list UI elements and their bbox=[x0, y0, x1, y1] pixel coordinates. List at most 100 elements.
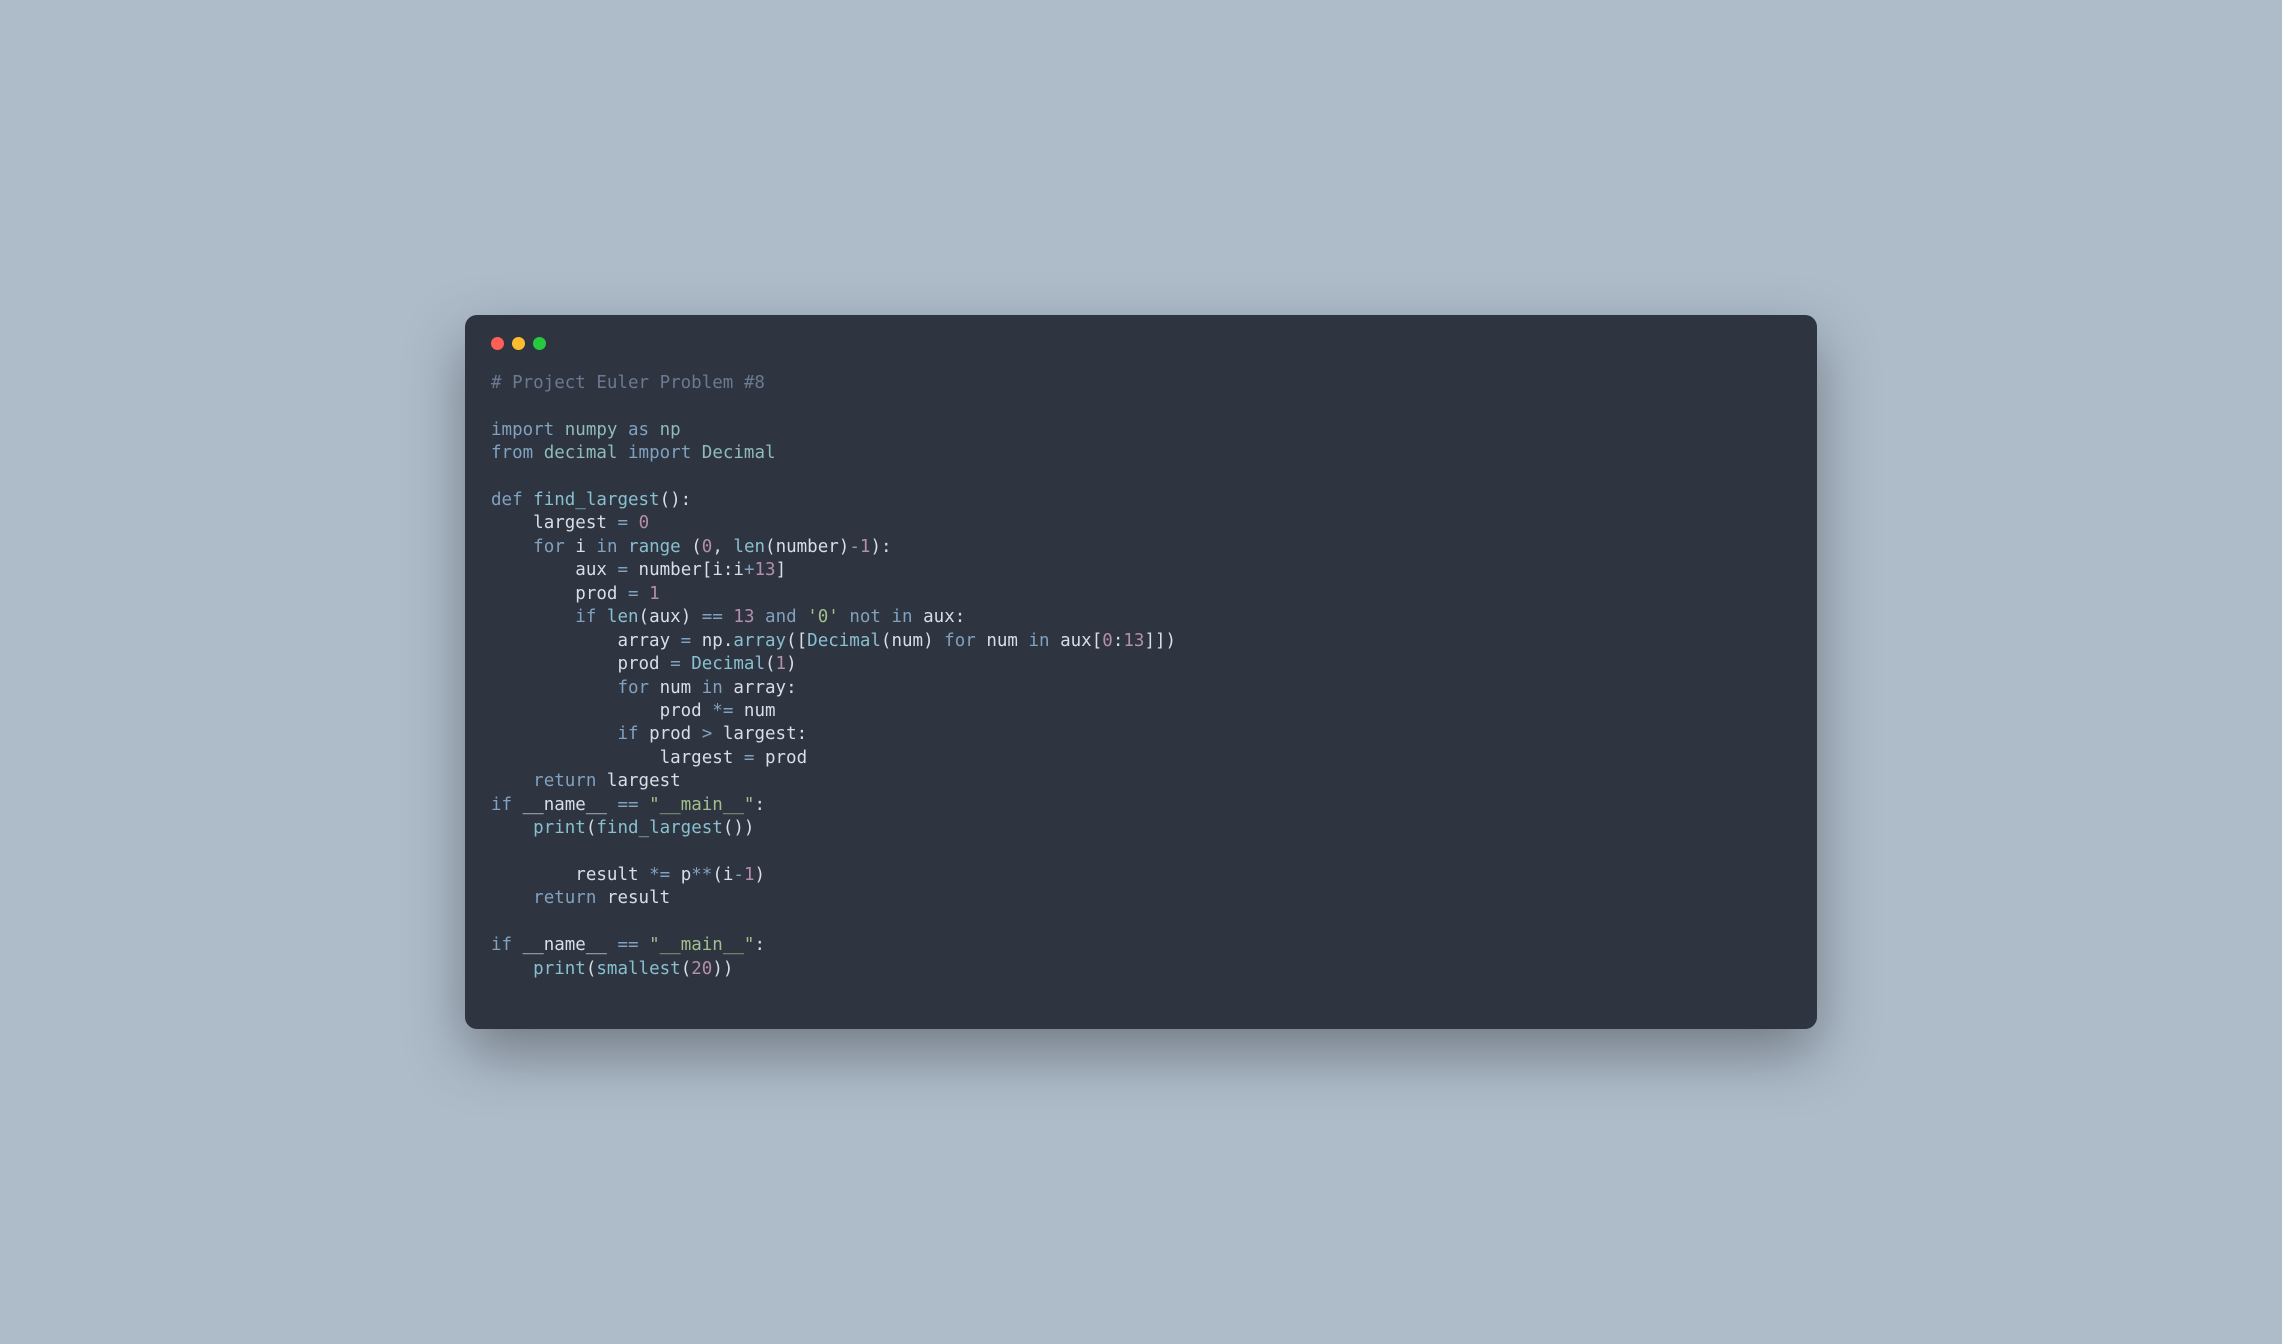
punct: : bbox=[955, 607, 966, 627]
num-one: 1 bbox=[744, 865, 755, 885]
op-starEq: *= bbox=[712, 701, 733, 721]
op-assign: = bbox=[617, 560, 628, 580]
op-eqeq: == bbox=[702, 607, 723, 627]
kw-import: import bbox=[628, 443, 691, 463]
str-main: "__main__" bbox=[649, 795, 754, 815]
kw-in: in bbox=[596, 537, 617, 557]
num-zero: 0 bbox=[1102, 631, 1113, 651]
punct: ) bbox=[839, 537, 850, 557]
var-largest: largest bbox=[533, 513, 607, 533]
var-i: i bbox=[575, 537, 586, 557]
num-zero: 0 bbox=[702, 537, 713, 557]
fn-print: print bbox=[533, 959, 586, 979]
var-aux: aux bbox=[649, 607, 681, 627]
var-p: p bbox=[681, 865, 692, 885]
kw-for: for bbox=[617, 678, 649, 698]
var-i: i bbox=[723, 865, 734, 885]
str-main: "__main__" bbox=[649, 935, 754, 955]
num-zero: 0 bbox=[639, 513, 650, 533]
minimize-icon[interactable] bbox=[512, 337, 525, 350]
fn-print: print bbox=[533, 818, 586, 838]
var-aux: aux bbox=[923, 607, 955, 627]
kw-for: for bbox=[944, 631, 976, 651]
punct: (): bbox=[660, 490, 692, 510]
alias-np: np bbox=[660, 420, 681, 440]
punct: [ bbox=[702, 560, 713, 580]
op-assign: = bbox=[744, 748, 755, 768]
punct: ()) bbox=[723, 818, 755, 838]
op-plus: + bbox=[744, 560, 755, 580]
kw-in: in bbox=[702, 678, 723, 698]
punct: )) bbox=[712, 959, 733, 979]
var-prod: prod bbox=[649, 724, 691, 744]
code-comment: # Project Euler Problem #8 bbox=[491, 373, 765, 393]
fn-find-largest: find_largest bbox=[533, 490, 659, 510]
kw-if: if bbox=[491, 935, 512, 955]
num-thirteen: 13 bbox=[1123, 631, 1144, 651]
punct: ( bbox=[681, 959, 692, 979]
op-minus: - bbox=[733, 865, 744, 885]
punct: ) bbox=[923, 631, 934, 651]
punct: ) bbox=[786, 654, 797, 674]
kw-from: from bbox=[491, 443, 533, 463]
punct: , bbox=[712, 537, 733, 557]
op-pow: ** bbox=[691, 865, 712, 885]
module-decimal: decimal bbox=[544, 443, 618, 463]
close-icon[interactable] bbox=[491, 337, 504, 350]
kw-not: not bbox=[849, 607, 881, 627]
var-aux: aux bbox=[1060, 631, 1092, 651]
var-i: i bbox=[733, 560, 744, 580]
kw-and: and bbox=[765, 607, 797, 627]
punct: ( bbox=[586, 959, 597, 979]
punct: ): bbox=[870, 537, 891, 557]
punct: ( bbox=[681, 537, 702, 557]
class-decimal: Decimal bbox=[691, 654, 765, 674]
var-result: result bbox=[575, 865, 638, 885]
code-window: # Project Euler Problem #8 import numpy … bbox=[465, 315, 1817, 1029]
fn-find-largest: find_largest bbox=[596, 818, 722, 838]
var-largest: largest bbox=[723, 724, 797, 744]
dunder-name: __name__ bbox=[523, 935, 607, 955]
punct: ] bbox=[776, 560, 787, 580]
op-eqeq: == bbox=[617, 935, 638, 955]
num-thirteen: 13 bbox=[755, 560, 776, 580]
var-array: array bbox=[617, 631, 670, 651]
kw-for: for bbox=[533, 537, 565, 557]
var-prod: prod bbox=[765, 748, 807, 768]
punct: ]]) bbox=[1144, 631, 1176, 651]
op-eqeq: == bbox=[617, 795, 638, 815]
maximize-icon[interactable] bbox=[533, 337, 546, 350]
punct: . bbox=[723, 631, 734, 651]
num-twenty: 20 bbox=[691, 959, 712, 979]
fn-len: len bbox=[607, 607, 639, 627]
punct: [ bbox=[1092, 631, 1103, 651]
kw-return: return bbox=[533, 771, 596, 791]
var-aux: aux bbox=[575, 560, 607, 580]
num-one: 1 bbox=[860, 537, 871, 557]
fn-len: len bbox=[733, 537, 765, 557]
str-zero: '0' bbox=[807, 607, 839, 627]
var-np: np bbox=[702, 631, 723, 651]
class-decimal: Decimal bbox=[702, 443, 776, 463]
var-num: num bbox=[660, 678, 692, 698]
punct: : bbox=[1113, 631, 1124, 651]
kw-return: return bbox=[533, 888, 596, 908]
op-gt: > bbox=[702, 724, 713, 744]
punct: ( bbox=[639, 607, 650, 627]
var-array: array bbox=[733, 678, 786, 698]
var-prod: prod bbox=[617, 654, 659, 674]
punct: ) bbox=[755, 865, 766, 885]
kw-as: as bbox=[628, 420, 649, 440]
var-prod: prod bbox=[575, 584, 617, 604]
kw-if: if bbox=[575, 607, 596, 627]
punct: ) bbox=[681, 607, 692, 627]
punct: ( bbox=[881, 631, 892, 651]
punct: : bbox=[754, 795, 765, 815]
num-one: 1 bbox=[649, 584, 660, 604]
op-assign: = bbox=[617, 513, 628, 533]
kw-if: if bbox=[491, 795, 512, 815]
punct: : bbox=[723, 560, 734, 580]
var-result: result bbox=[607, 888, 670, 908]
num-one: 1 bbox=[776, 654, 787, 674]
kw-if: if bbox=[617, 724, 638, 744]
